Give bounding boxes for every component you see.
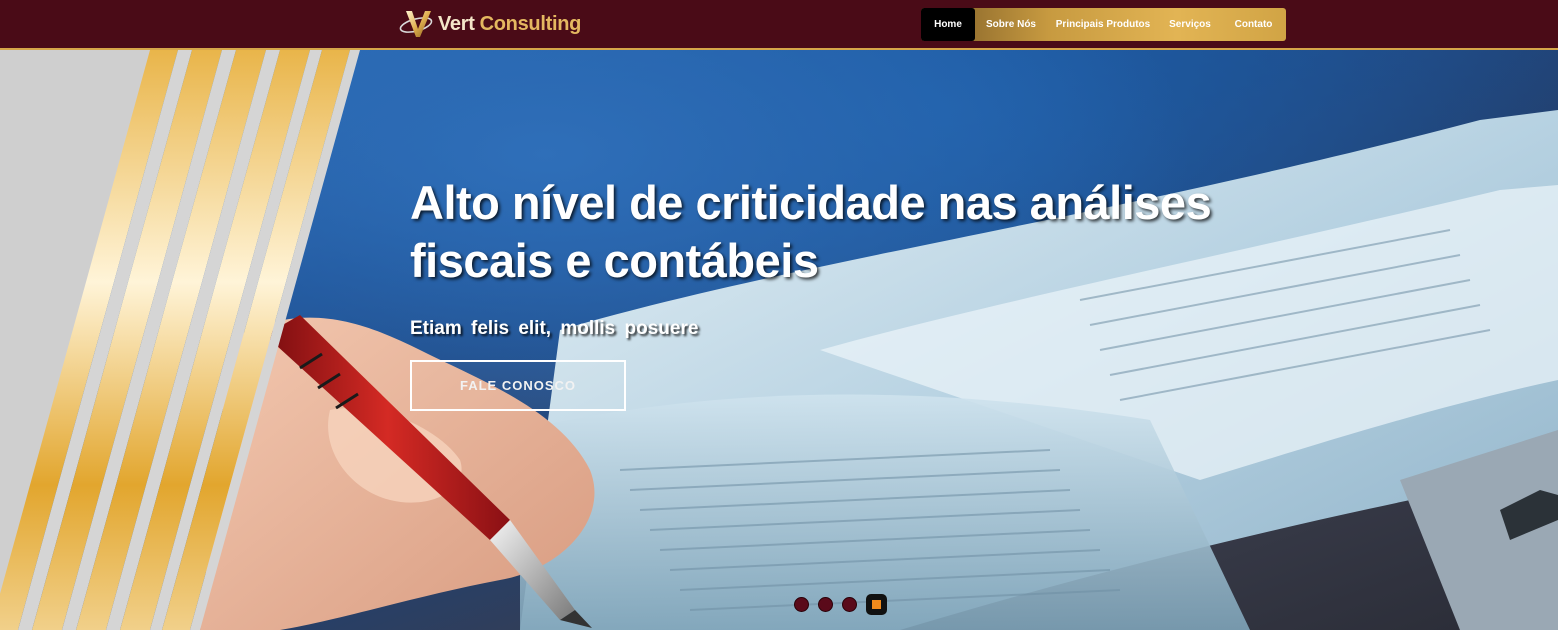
brand-name-first: Vert <box>438 12 475 35</box>
decorative-stripes <box>0 50 360 630</box>
slider-dot-2[interactable] <box>818 597 833 612</box>
fale-conosco-button[interactable]: FALE CONOSCO <box>410 360 626 411</box>
hero-title: Alto nível de criticidade nas análises f… <box>410 176 1212 287</box>
nav-item-servicos[interactable]: Serviços <box>1159 8 1221 41</box>
nav-item-contato[interactable]: Contato <box>1221 8 1286 41</box>
slider-dot-1[interactable] <box>794 597 809 612</box>
slider-dot-4-active[interactable] <box>866 594 887 615</box>
nav-item-sobre-nos[interactable]: Sobre Nós <box>975 8 1047 41</box>
hero-subtitle: Etiam felis elit, mollis posuere <box>410 318 699 339</box>
nav-item-home[interactable]: Home <box>921 8 975 41</box>
slider-pagination <box>794 594 887 615</box>
nav-item-principais-produtos[interactable]: Principais Produtos <box>1047 8 1159 41</box>
brand-name-second: Consulting <box>479 12 582 35</box>
site-logo[interactable]: Vert Consulting <box>398 6 581 42</box>
main-nav: Home Sobre Nós Principais Produtos Servi… <box>921 8 1286 41</box>
site-header: Vert Consulting Home Sobre Nós Principai… <box>0 0 1558 50</box>
slider-dot-3[interactable] <box>842 597 857 612</box>
v-monogram-icon <box>399 11 433 37</box>
hero-slider: Alto nível de criticidade nas análises f… <box>0 50 1558 630</box>
